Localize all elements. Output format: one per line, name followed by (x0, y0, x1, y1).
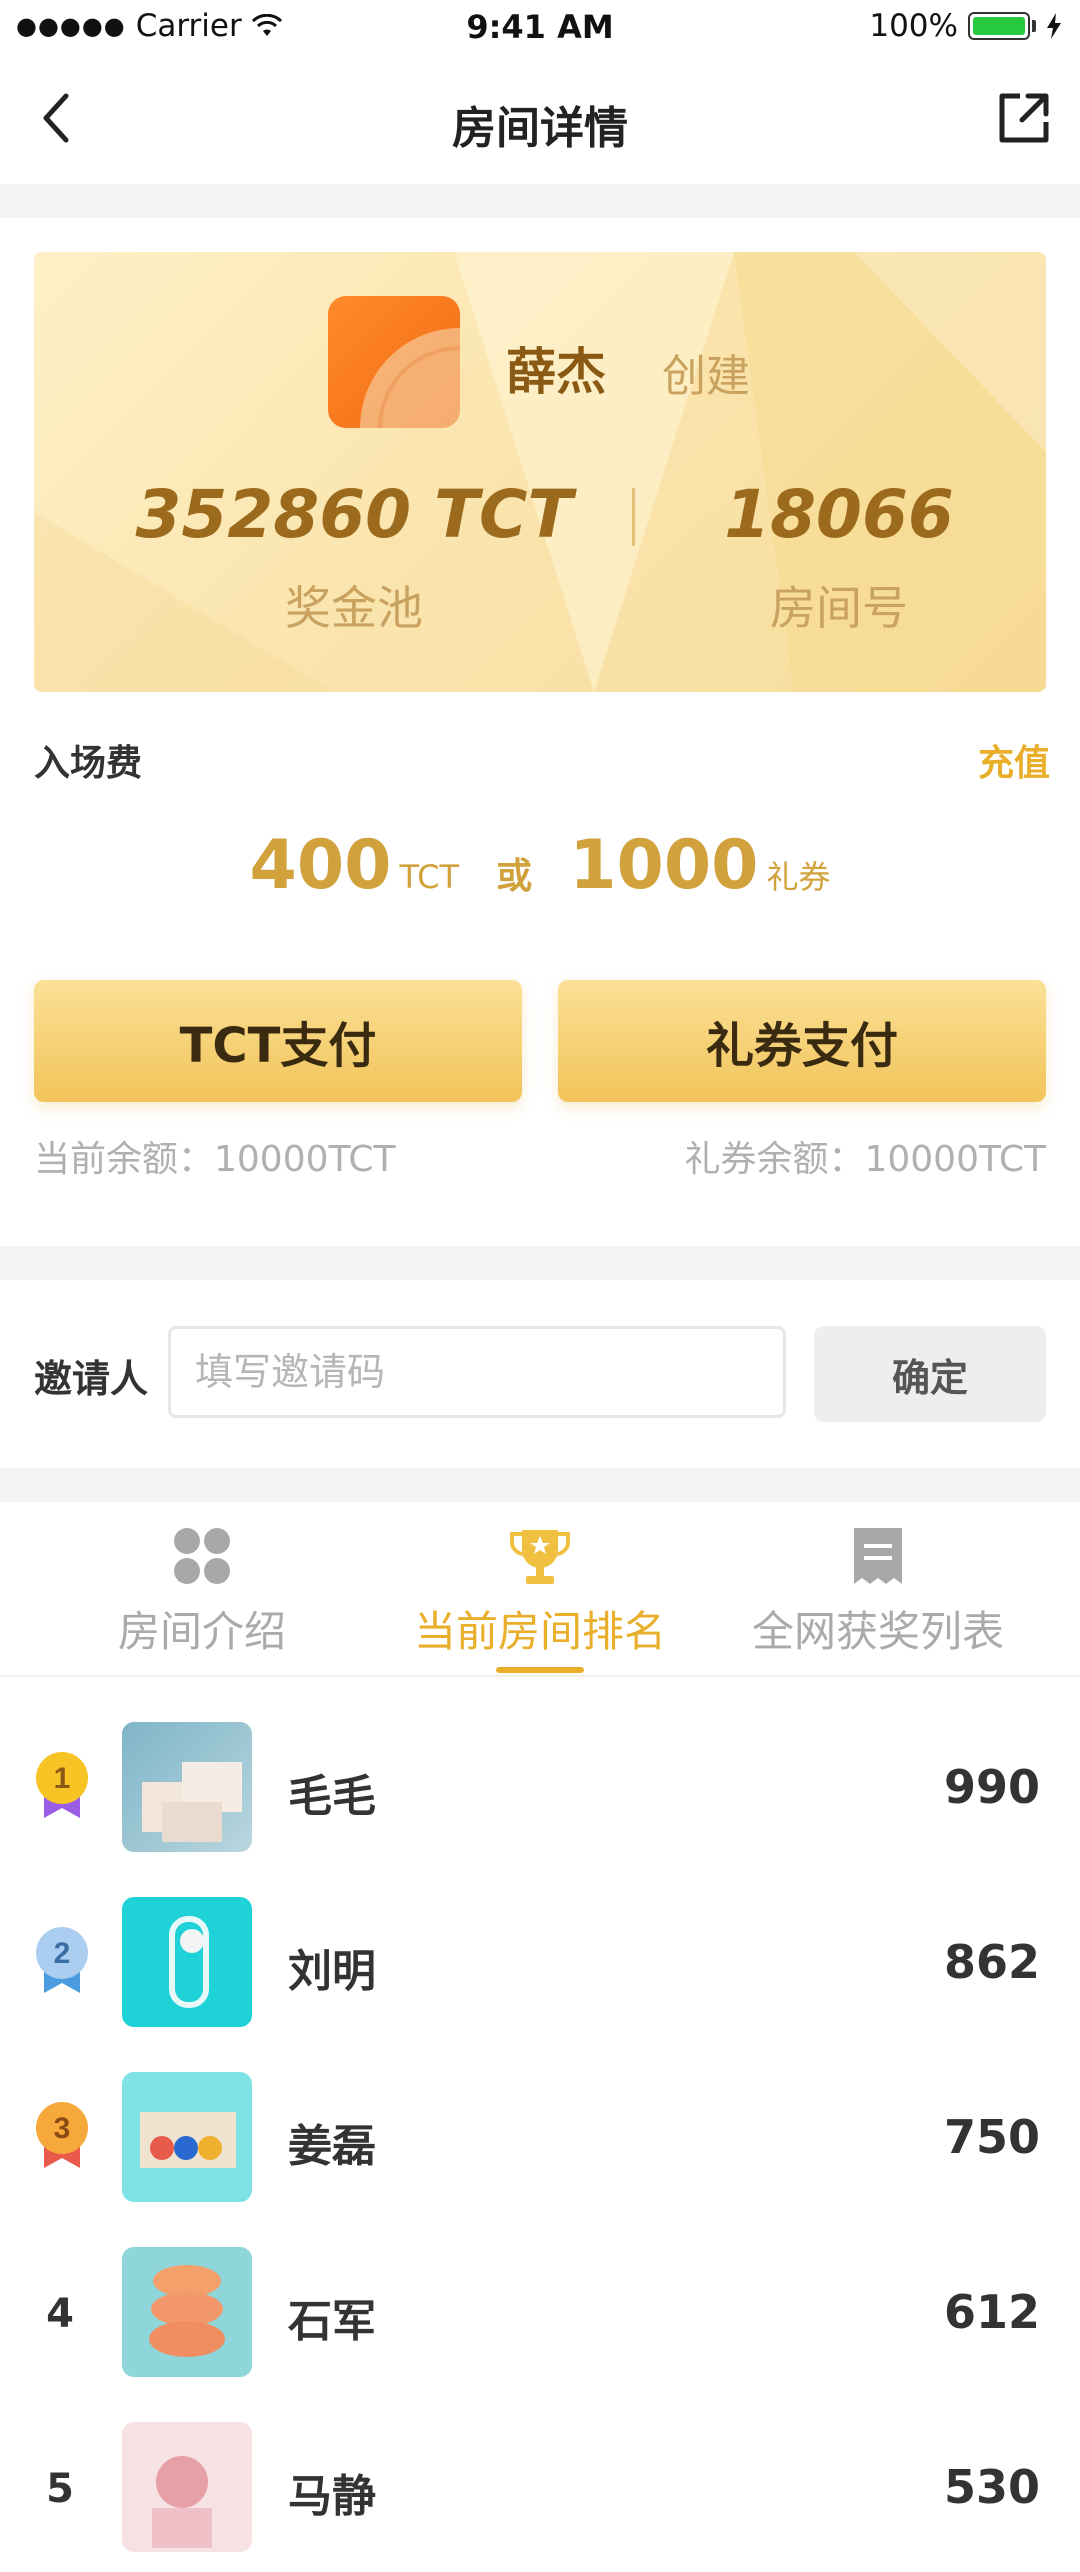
banner-divider (632, 488, 635, 546)
room-number-label: 房间号 (770, 581, 908, 635)
player-name: 马静 (288, 2471, 376, 2522)
section-gap (0, 1468, 1080, 1502)
trophy-icon (510, 1530, 570, 1584)
section-gap (0, 1246, 1080, 1280)
confirm-button[interactable]: 确定 (814, 1326, 1046, 1422)
room-number-value: 18066 (724, 476, 954, 553)
avatar (122, 1722, 252, 1852)
ranking-row[interactable]: 4 石军 612 (0, 2247, 1080, 2397)
creator-avatar (328, 296, 460, 428)
tab-global-winners[interactable]: 全网获奖列表 (698, 1524, 1058, 1664)
recharge-link[interactable]: 充值 (978, 734, 1050, 786)
grid-icon (174, 1528, 230, 1584)
silver-medal-icon: 2 (36, 1927, 88, 1993)
avatar (122, 2072, 252, 2202)
coupon-amount: 1000 (569, 826, 759, 905)
player-name: 姜磊 (288, 2121, 376, 2172)
svg-text:3: 3 (54, 2112, 71, 2145)
player-name: 石军 (288, 2296, 376, 2347)
avatar (122, 2422, 252, 2552)
active-tab-indicator (496, 1667, 584, 1673)
creator-tag: 创建 (662, 351, 750, 402)
prize-pool-label: 奖金池 (285, 581, 423, 635)
avatar (122, 2247, 252, 2377)
svg-text:1: 1 (54, 1762, 71, 1795)
tct-pay-button[interactable]: TCT支付 (34, 980, 522, 1102)
tab-room-intro[interactable]: 房间介绍 (22, 1524, 382, 1664)
coupon-balance: 礼券余额：10000TCT (684, 1139, 1046, 1180)
gold-medal-icon: 1 (36, 1752, 88, 1818)
nav-bar: 房间详情 (0, 58, 1080, 182)
avatar (122, 1897, 252, 2027)
page-title: 房间详情 (452, 103, 628, 154)
receipt-icon (854, 1528, 902, 1584)
coupon-unit: 礼券 (766, 858, 831, 896)
battery-tip (1032, 20, 1036, 32)
ranking-row[interactable]: 2 刘明 862 (0, 1897, 1080, 2047)
player-score: 750 (943, 2110, 1040, 2164)
inviter-label: 邀请人 (34, 1357, 149, 1401)
tab-label: 房间介绍 (117, 1607, 286, 1656)
charging-icon (1047, 13, 1061, 39)
battery-percent: 100% (869, 8, 958, 44)
coupon-pay-button[interactable]: 礼券支付 (558, 980, 1046, 1102)
player-name: 刘明 (288, 1946, 376, 1997)
player-score: 530 (943, 2460, 1040, 2514)
player-name: 毛毛 (288, 1771, 376, 1822)
entry-fee-price: 400 TCT 或 1000 礼券 (0, 826, 1080, 905)
prize-pool-value: 352860 TCT (135, 476, 573, 553)
tct-balance: 当前余额：10000TCT (34, 1139, 396, 1180)
player-score: 990 (943, 1760, 1040, 1814)
player-score: 862 (943, 1935, 1040, 1989)
tab-current-ranking[interactable]: 当前房间排名 (360, 1524, 720, 1664)
battery-icon (968, 12, 1030, 40)
or-text: 或 (496, 856, 533, 897)
ranking-row[interactable]: 1 毛毛 990 (0, 1722, 1080, 1872)
tab-label: 当前房间排名 (413, 1607, 666, 1656)
svg-text:2: 2 (54, 1937, 71, 1970)
tct-amount: 400 (249, 826, 392, 905)
share-icon[interactable] (996, 90, 1052, 146)
ranking-row[interactable]: 3 姜磊 750 (0, 2072, 1080, 2222)
invite-code-input[interactable] (168, 1326, 786, 1418)
tab-divider (0, 1675, 1080, 1677)
rank-number: 5 (46, 2466, 74, 2512)
rank-number: 4 (46, 2291, 74, 2337)
section-gap (0, 184, 1080, 218)
creator-name: 薛杰 (506, 343, 606, 401)
status-right: 100% (869, 8, 1062, 44)
player-score: 612 (943, 2285, 1040, 2339)
entry-fee-label: 入场费 (34, 743, 143, 784)
bronze-medal-icon: 3 (36, 2102, 88, 2168)
tct-unit: TCT (399, 858, 460, 896)
ranking-row[interactable]: 5 马静 530 (0, 2422, 1080, 2572)
tab-label: 全网获奖列表 (751, 1607, 1004, 1656)
status-bar: ●●●●● Carrier 9:41 AM 100% (0, 0, 1080, 58)
prize-banner: 薛杰 创建 352860 TCT 奖金池 18066 房间号 (34, 252, 1046, 692)
